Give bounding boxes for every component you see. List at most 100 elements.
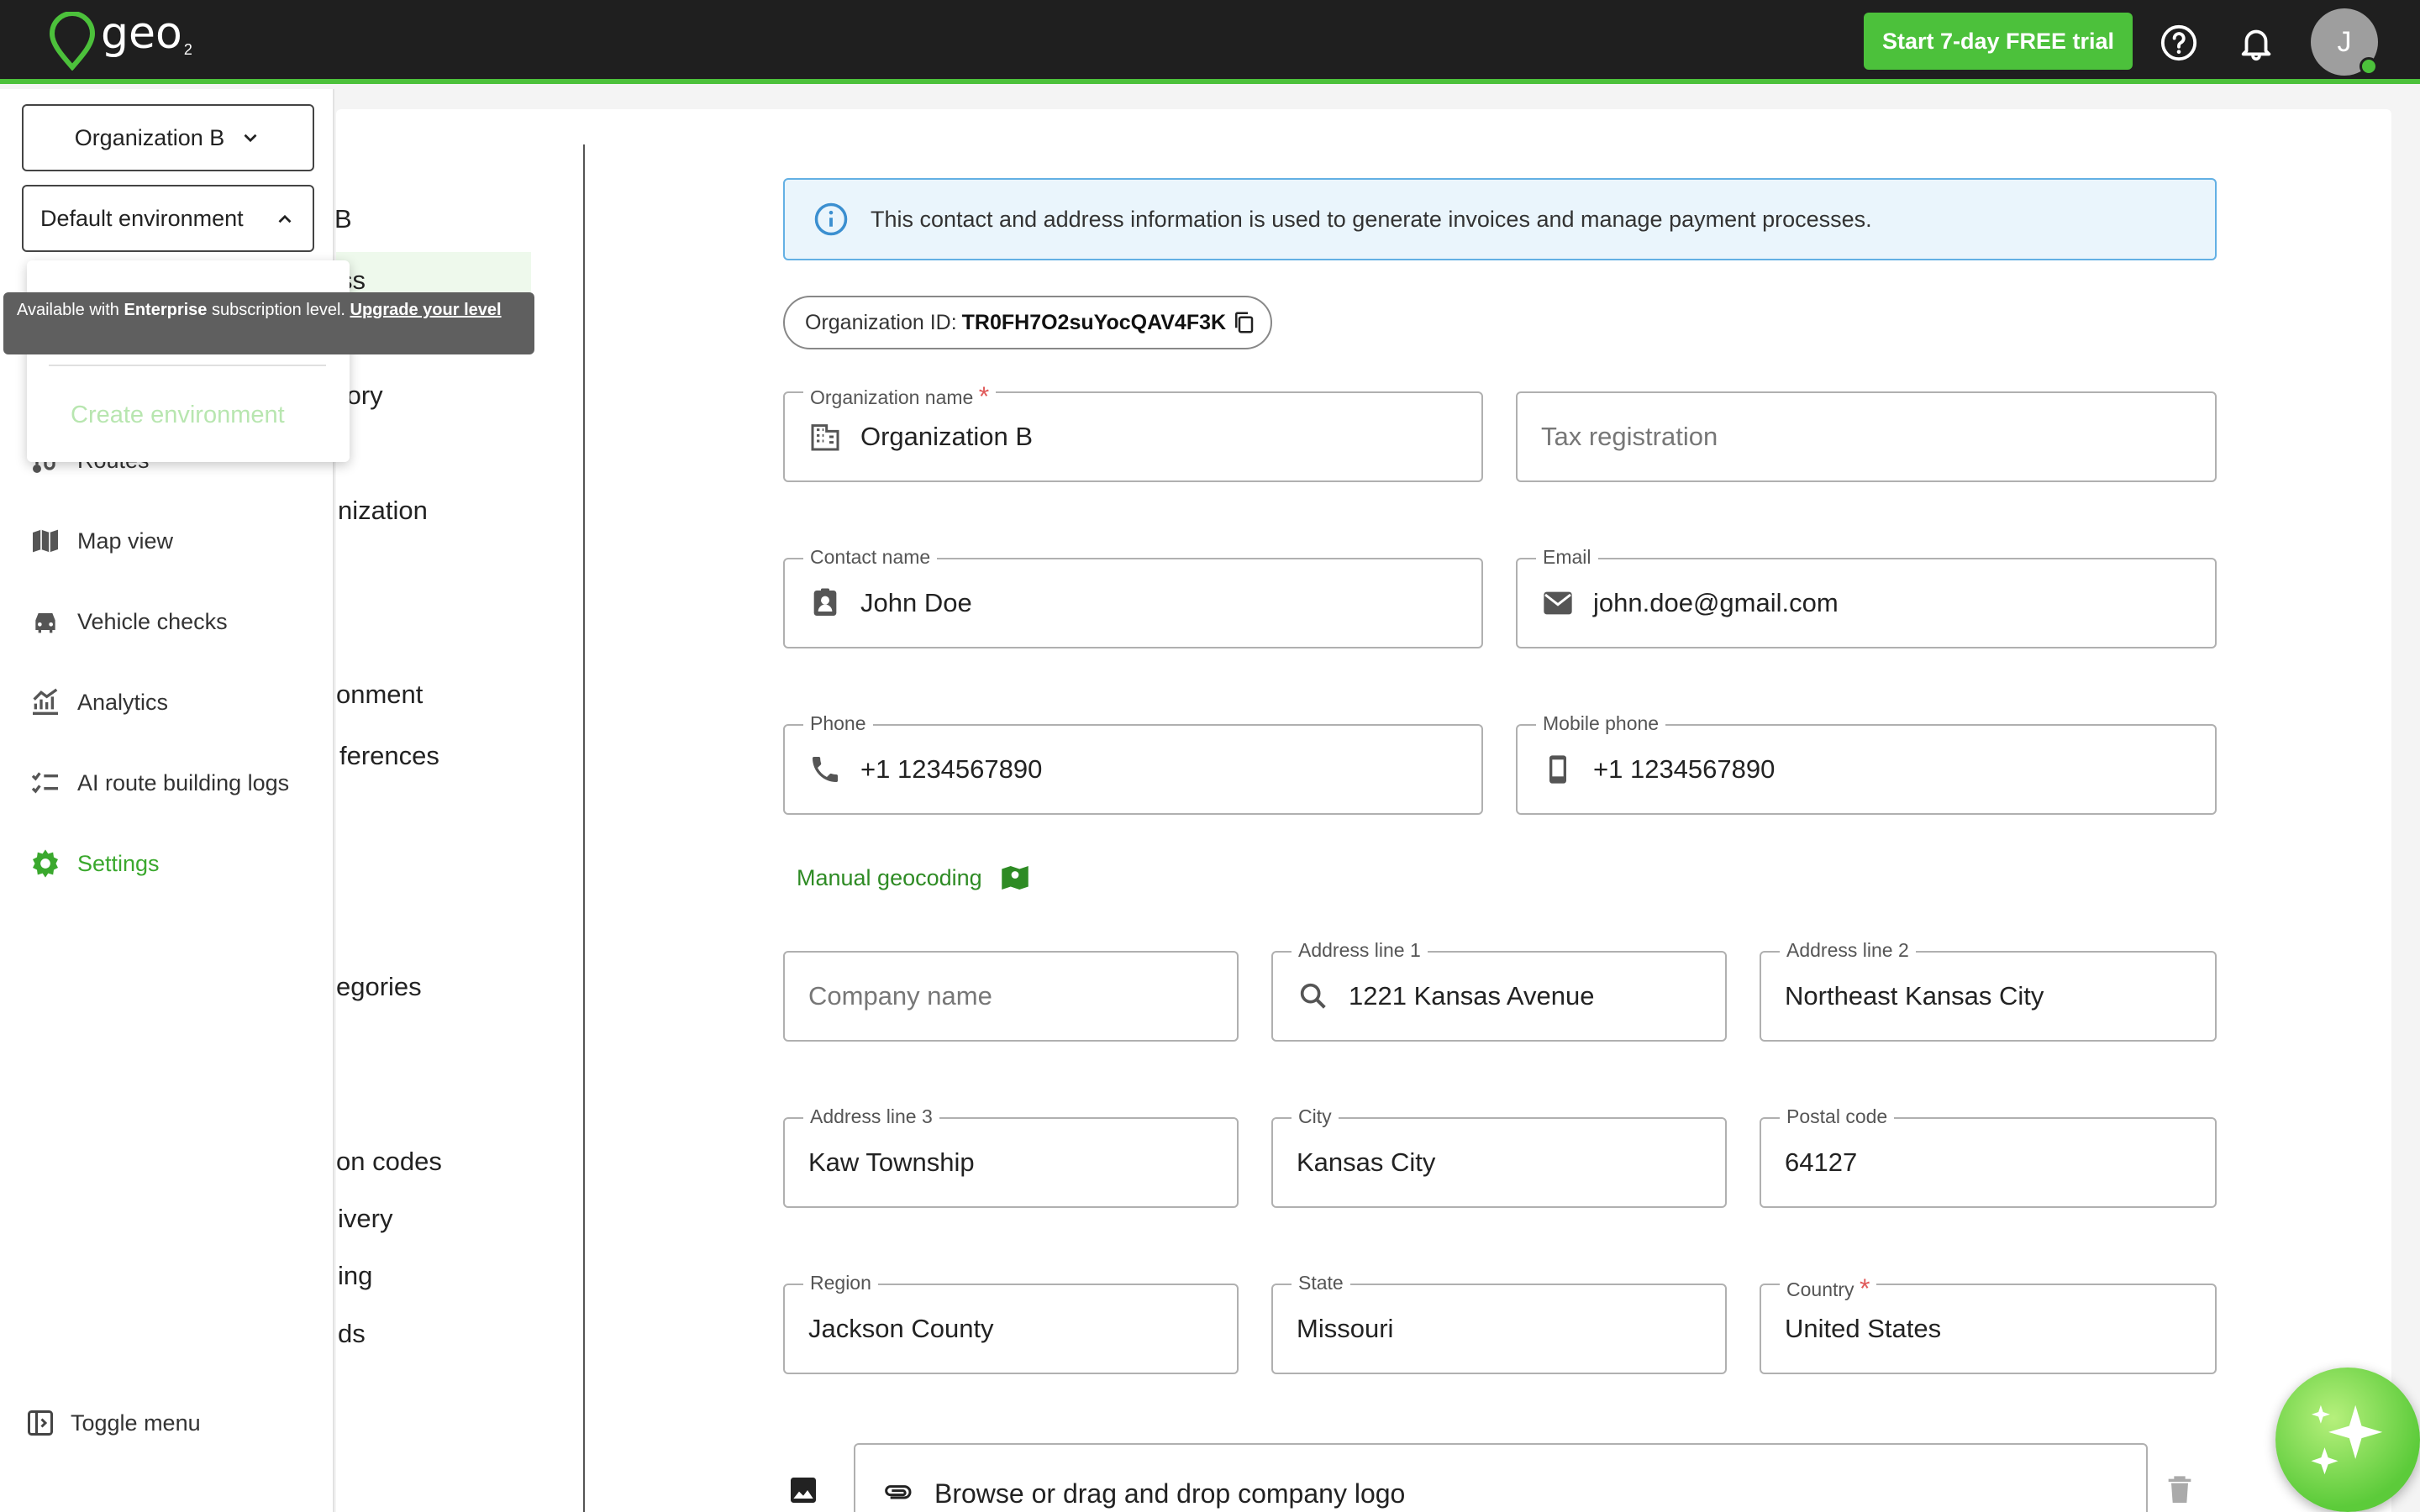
environment-select-label: Default environment	[40, 205, 244, 231]
manual-geocoding-label: Manual geocoding	[797, 864, 982, 890]
postal-code-label: Postal code	[1780, 1105, 1895, 1128]
sidebar-item-settings[interactable]: Settings	[29, 847, 160, 880]
city-label: City	[1292, 1105, 1339, 1128]
address-line-1-field[interactable]: Address line 1 1221 Kansas Avenue	[1271, 939, 1727, 1042]
city-field[interactable]: City Kansas City	[1271, 1105, 1727, 1208]
address-line-3-label: Address line 3	[803, 1105, 939, 1128]
manual-geocoding-link[interactable]: Manual geocoding	[797, 860, 1033, 895]
copy-icon[interactable]	[1231, 310, 1256, 335]
state-field[interactable]: State Missouri	[1271, 1272, 1727, 1374]
country-field[interactable]: Country * United States	[1760, 1272, 2217, 1374]
top-bar: geo 2 Start 7-day FREE trial J	[0, 0, 2420, 84]
toggle-menu-button[interactable]: Toggle menu	[25, 1408, 201, 1438]
secondary-nav-item[interactable]: ds	[338, 1319, 366, 1349]
sidebar-item-ai-route-logs[interactable]: AI route building logs	[29, 766, 289, 800]
organization-name-label: Organization name	[810, 386, 974, 408]
map-icon	[33, 529, 58, 553]
help-icon[interactable]	[2160, 24, 2198, 62]
organization-id-value: TR0FH7O2suYocQAV4F3K	[961, 310, 1227, 334]
country-label: Country	[1786, 1278, 1854, 1300]
company-logo-upload-label: Browse or drag and drop company logo	[934, 1478, 1406, 1509]
organization-name-field[interactable]: Organization name * Organization B	[783, 380, 1483, 482]
sidebar-item-label: Settings	[77, 850, 160, 876]
contact-name-value: John Doe	[860, 588, 972, 617]
logo-subscript: 2	[183, 41, 192, 58]
organization-id-chip[interactable]: Organization ID: TR0FH7O2suYocQAV4F3K	[783, 296, 1272, 349]
content-divider	[583, 144, 585, 1512]
contact-name-label: Contact name	[803, 546, 938, 569]
country-value: United States	[1785, 1314, 1942, 1343]
company-name-field[interactable]: Company name	[783, 951, 1239, 1042]
region-field[interactable]: Region Jackson County	[783, 1272, 1239, 1374]
sidebar-item-vehicle-checks[interactable]: Vehicle checks	[29, 605, 228, 638]
sidebar-item-label: Analytics	[77, 689, 169, 715]
environment-select[interactable]: Default environment	[22, 185, 314, 252]
bell-icon[interactable]	[2237, 24, 2275, 62]
city-value: Kansas City	[1297, 1147, 1436, 1177]
required-marker: *	[978, 381, 990, 412]
create-environment-item[interactable]: Create environment	[71, 402, 285, 429]
mobile-phone-value: +1 1234567890	[1593, 754, 1776, 784]
postal-code-field[interactable]: Postal code 64127	[1760, 1105, 2217, 1208]
tooltip-plan: Enterprise	[124, 301, 208, 319]
environment-dropdown-menu: Create environment	[27, 260, 350, 462]
sidebar-item-analytics[interactable]: Analytics	[29, 685, 168, 719]
image-icon	[791, 1478, 816, 1503]
organization-select-label: Organization B	[74, 124, 225, 150]
region-value: Jackson County	[808, 1314, 994, 1343]
company-logo-upload[interactable]: Browse or drag and drop company logo	[854, 1443, 2148, 1512]
address-line-2-field[interactable]: Address line 2 Northeast Kansas City	[1760, 939, 2217, 1042]
required-marker: *	[1859, 1273, 1870, 1304]
email-field[interactable]: Email john.doe@gmail.com	[1516, 546, 2217, 648]
organization-id-label: Organization ID:	[805, 310, 957, 334]
secondary-nav-item[interactable]: ivery	[338, 1204, 392, 1234]
toggle-menu-label: Toggle menu	[71, 1410, 201, 1436]
mail-icon	[1544, 591, 1572, 615]
secondary-nav-item[interactable]: onment	[336, 680, 423, 710]
start-trial-button[interactable]: Start 7-day FREE trial	[1864, 13, 2133, 70]
building-icon	[811, 424, 839, 451]
pin-logo-icon	[49, 12, 96, 71]
sparkles-icon	[2311, 1404, 2383, 1475]
trash-icon[interactable]	[2163, 1473, 2196, 1507]
info-banner-text: This contact and address information is …	[871, 206, 1872, 232]
upgrade-link[interactable]: Upgrade your level	[350, 301, 502, 319]
contact-card-icon	[813, 588, 837, 616]
chevron-down-icon	[244, 134, 257, 143]
tax-registration-field[interactable]: Tax registration	[1516, 391, 2217, 482]
chevron-up-icon	[278, 214, 292, 223]
secondary-nav-item[interactable]: egories	[336, 972, 422, 1002]
mobile-phone-field[interactable]: Mobile phone +1 1234567890	[1516, 712, 2217, 815]
sidebar-item-map-view[interactable]: Map view	[29, 524, 173, 558]
company-name-placeholder: Company name	[808, 981, 992, 1011]
phone-icon	[813, 757, 838, 782]
field-label: Country *	[1780, 1272, 1877, 1304]
logo-text: geo	[101, 8, 182, 59]
secondary-nav-item[interactable]: on codes	[336, 1147, 442, 1177]
secondary-nav-item[interactable]: nization	[338, 496, 428, 526]
email-value: john.doe@gmail.com	[1593, 588, 1839, 617]
email-label: Email	[1536, 546, 1598, 569]
secondary-nav-item[interactable]: ferences	[339, 741, 439, 771]
secondary-nav-item[interactable]: ing	[338, 1261, 372, 1291]
gear-icon	[33, 849, 58, 878]
organization-select[interactable]: Organization B	[22, 104, 314, 171]
sidebar-item-label: AI route building logs	[77, 769, 290, 795]
toggle-sidebar-icon	[28, 1410, 53, 1436]
phone-field[interactable]: Phone +1 1234567890	[783, 712, 1483, 815]
attachment-icon	[885, 1485, 912, 1499]
address-line-3-field[interactable]: Address line 3 Kaw Township	[783, 1105, 1239, 1208]
address-line-2-label: Address line 2	[1780, 939, 1916, 962]
vehicle-icon	[35, 613, 55, 633]
tooltip-text: Available with	[17, 301, 124, 319]
phone-label: Phone	[803, 712, 873, 735]
postal-code-value: 64127	[1785, 1147, 1858, 1177]
contact-name-field[interactable]: Contact name John Doe	[783, 546, 1483, 648]
geo2-logo[interactable]: geo 2	[47, 12, 192, 71]
sidebar-item-label: Map view	[77, 528, 174, 554]
address-line-1-value: 1221 Kansas Avenue	[1349, 981, 1595, 1011]
secondary-nav-item[interactable]: B	[334, 204, 352, 234]
dropdown-divider	[49, 365, 326, 366]
address-line-1-label: Address line 1	[1292, 939, 1428, 962]
ai-assistant-button[interactable]	[2275, 1368, 2420, 1512]
